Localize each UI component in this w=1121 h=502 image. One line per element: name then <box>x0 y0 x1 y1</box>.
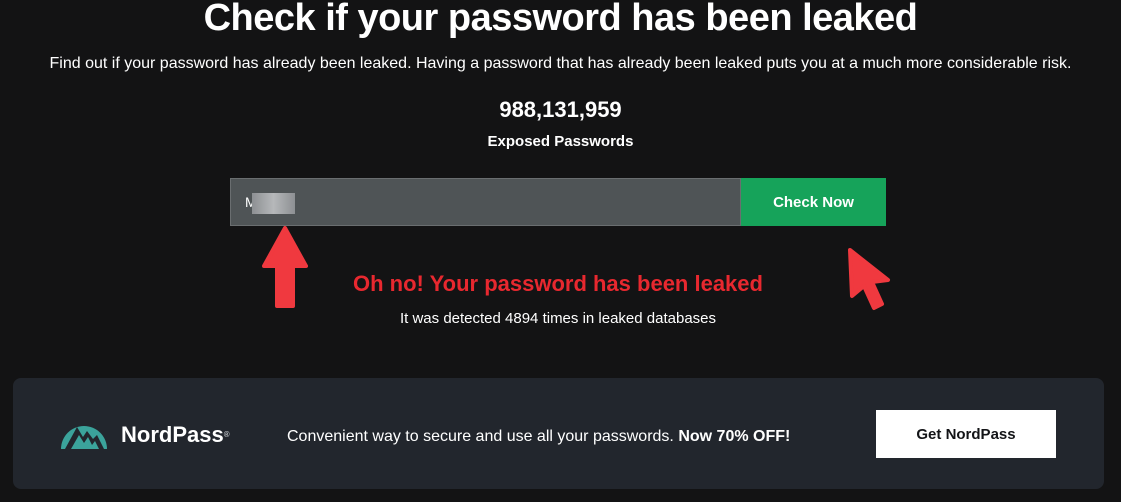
result-title: Oh no! Your password has been leaked <box>353 271 763 296</box>
result-detail: It was detected 4894 times in leaked dat… <box>399 310 717 327</box>
nordpass-logo-icon <box>61 426 107 449</box>
exposed-count-label: Exposed Passwords <box>487 133 634 150</box>
check-now-button[interactable]: Check Now <box>741 178 886 226</box>
page-subtitle: Find out if your password has already be… <box>49 55 1072 72</box>
nordpass-promo-banner: NordPass® Convenient way to secure and u… <box>13 378 1104 489</box>
page: Check if your password has been leaked F… <box>0 0 1121 502</box>
promo-description: Convenient way to secure and use all you… <box>287 428 674 445</box>
get-nordpass-button[interactable]: Get NordPass <box>876 410 1056 458</box>
password-input[interactable] <box>230 178 741 226</box>
promo-brand-mark: ® <box>223 430 230 439</box>
promo-brand-name: NordPass <box>121 422 224 447</box>
promo-text: Convenient way to secure and use all you… <box>287 427 790 447</box>
page-title: Check if your password has been leaked <box>203 0 918 39</box>
redaction-blur <box>252 193 295 214</box>
arrow-up-icon <box>262 226 308 308</box>
promo-brand: NordPass® <box>121 422 230 448</box>
exposed-count: 988,131,959 <box>499 97 622 122</box>
promo-offer: Now 70% OFF! <box>678 428 791 445</box>
